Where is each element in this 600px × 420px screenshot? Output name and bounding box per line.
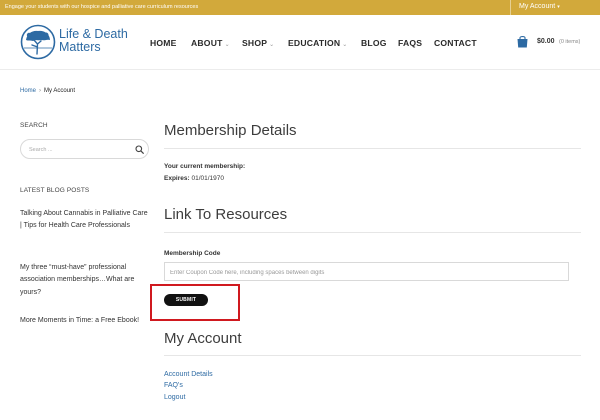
current-membership-label: Your current membership: — [164, 163, 246, 170]
top-bar: Engage your students with our hospice an… — [0, 0, 600, 15]
sidebar-search-heading: SEARCH — [20, 122, 48, 129]
tree-in-circle-icon — [20, 24, 56, 60]
nav-shop[interactable]: SHOP ⌄ — [242, 38, 274, 48]
breadcrumb-home-link[interactable]: Home — [20, 88, 36, 94]
mini-cart[interactable]: $0.00 (0 items) — [516, 35, 596, 51]
nav-about[interactable]: ABOUT ⌄ — [191, 38, 230, 48]
nav-contact[interactable]: CONTACT — [434, 38, 477, 48]
nav-home-label: HOME — [150, 38, 177, 48]
breadcrumb-separator: › — [39, 88, 42, 94]
chevron-down-icon: ⌄ — [269, 42, 275, 48]
nav-blog-label: BLOG — [361, 38, 387, 48]
account-details-link[interactable]: Account Details — [164, 371, 213, 378]
nav-faqs-label: FAQS — [398, 38, 423, 48]
top-bar-divider — [510, 0, 511, 15]
faqs-link[interactable]: FAQ's — [164, 382, 183, 389]
site-logo[interactable]: Life & Death Matters — [20, 24, 150, 62]
blog-post-link[interactable]: Talking About Cannabis in Palliative Car… — [20, 208, 150, 233]
nav-faqs[interactable]: FAQS — [398, 38, 422, 48]
account-menu-toggle[interactable]: My Account ▾ — [519, 3, 560, 10]
cart-total: $0.00 — [537, 38, 555, 45]
nav-about-label: ABOUT — [191, 38, 223, 48]
membership-code-field — [164, 262, 569, 281]
account-heading: My Account — [164, 330, 242, 347]
section-divider — [164, 232, 581, 233]
promo-text[interactable]: Engage your students with our hospice an… — [5, 4, 198, 10]
sidebar-search-box — [20, 139, 149, 159]
nav-blog[interactable]: BLOG — [361, 38, 387, 48]
chevron-down-icon: ⌄ — [342, 42, 348, 48]
nav-education-label: EDUCATION — [288, 38, 341, 48]
site-header: Life & Death Matters HOME ABOUT ⌄ SHOP ⌄ E… — [0, 15, 600, 70]
blog-post-link[interactable]: More Moments in Time: a Free Ebook! — [20, 315, 150, 327]
nav-education[interactable]: EDUCATION ⌄ — [288, 38, 347, 48]
logo-text: Life & Death Matters — [59, 28, 128, 54]
section-divider — [164, 148, 581, 149]
breadcrumb-current: My Account — [44, 88, 76, 94]
membership-code-label: Membership Code — [164, 250, 221, 257]
search-input[interactable] — [29, 144, 129, 155]
cart-item-count: (0 items) — [559, 39, 581, 45]
breadcrumb: Home › My Account — [20, 88, 75, 94]
shopping-bag-icon — [517, 36, 528, 48]
blog-post-link[interactable]: My three “must-have” professional associ… — [20, 262, 150, 299]
submit-button[interactable]: SUBMIT — [164, 294, 208, 306]
nav-contact-label: CONTACT — [434, 38, 477, 48]
expires-value: 01/01/1970 — [191, 175, 225, 182]
chevron-down-icon: ⌄ — [224, 42, 230, 48]
nav-shop-label: SHOP — [242, 38, 268, 48]
expires-label: Expires: — [164, 175, 190, 182]
nav-home[interactable]: HOME — [150, 38, 177, 48]
logo-line-2: Matters — [59, 40, 101, 54]
sidebar-posts-heading: LATEST BLOG POSTS — [20, 187, 90, 194]
account-menu-label: My Account — [519, 3, 556, 10]
membership-expiry: Expires: 01/01/1970 — [164, 175, 224, 182]
membership-code-input[interactable] — [170, 267, 560, 278]
section-divider — [164, 355, 581, 356]
magnifier-icon[interactable] — [135, 145, 144, 154]
caret-down-icon: ▾ — [557, 4, 560, 10]
membership-heading: Membership Details — [164, 122, 297, 139]
logout-link[interactable]: Logout — [164, 394, 185, 401]
resources-heading: Link To Resources — [164, 206, 288, 223]
